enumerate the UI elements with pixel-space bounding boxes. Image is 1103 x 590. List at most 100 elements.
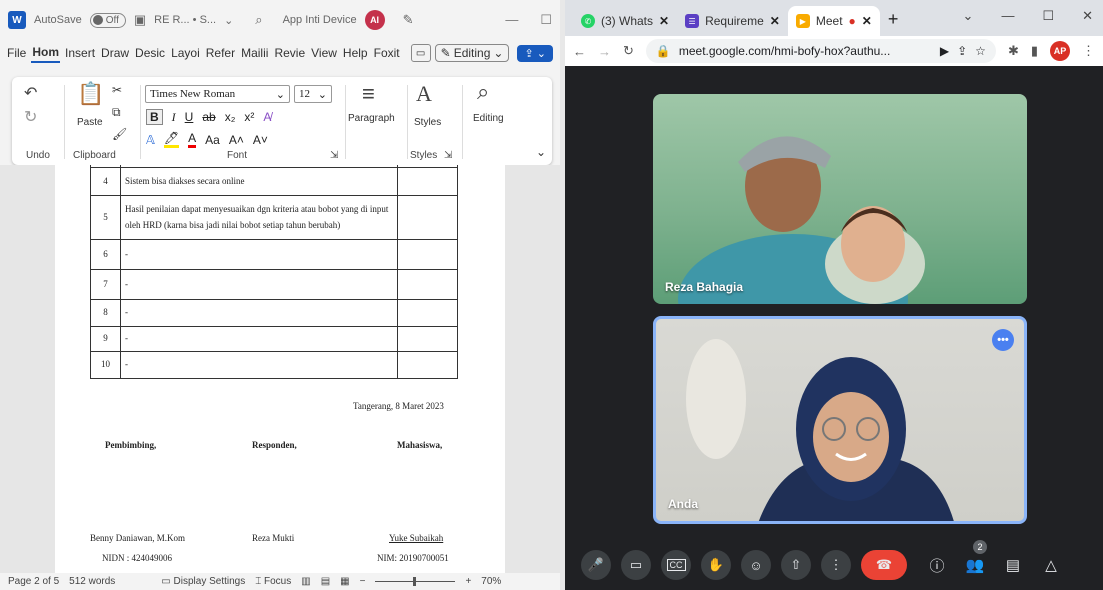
browser-tab-meet[interactable]: ▶ Meet ● ✕: [787, 6, 880, 36]
reload-icon[interactable]: ↻: [623, 43, 634, 59]
participant-tile[interactable]: Reza Bahagia: [653, 94, 1027, 304]
back-icon[interactable]: ←: [573, 44, 586, 59]
new-tab-icon[interactable]: +: [880, 9, 907, 36]
subscript-button[interactable]: x₂: [225, 110, 236, 124]
editing-mode-button[interactable]: ✎ Editing ⌄: [434, 44, 510, 62]
menu-dots-icon[interactable]: ⋮: [1082, 43, 1095, 59]
font-color-icon[interactable]: A: [188, 131, 197, 148]
captions-button[interactable]: CC: [661, 550, 691, 580]
raise-hand-button[interactable]: ✋: [701, 550, 731, 580]
more-options-button[interactable]: •••: [992, 329, 1014, 351]
tab-view[interactable]: View: [310, 44, 338, 62]
document-page[interactable]: 4 Sistem bisa diakses secara online 5 Hasi…: [55, 165, 505, 573]
tab-home[interactable]: Hom: [31, 43, 61, 63]
strikethrough-button[interactable]: ab: [202, 110, 215, 124]
styles-dialog-icon[interactable]: ⇲: [444, 150, 452, 161]
close-window-icon[interactable]: ✕: [1082, 8, 1093, 24]
ribbon-collapse-icon[interactable]: ⌄: [536, 145, 546, 159]
editing-button[interactable]: Editing: [473, 113, 504, 124]
cut-icon[interactable]: ✂: [112, 83, 122, 97]
end-call-button[interactable]: ☎: [861, 550, 907, 580]
omnibox[interactable]: 🔒 meet.google.com/hmi-bofy-hox?authu... …: [645, 39, 996, 63]
microphone-button[interactable]: 🎤: [581, 550, 611, 580]
zoom-out-icon[interactable]: −: [360, 576, 366, 587]
side-panel-icon[interactable]: ▮: [1031, 43, 1038, 59]
comment-icon[interactable]: ▭: [410, 44, 431, 62]
clear-format-icon[interactable]: A̸: [263, 110, 271, 124]
zoom-in-icon[interactable]: +: [465, 576, 471, 587]
web-layout-icon[interactable]: ▦: [340, 576, 349, 587]
search-hint[interactable]: App Inti Device: [283, 14, 357, 26]
paragraph-button[interactable]: Paragraph: [348, 113, 395, 124]
search-icon[interactable]: ⌕: [255, 12, 262, 28]
extensions-icon[interactable]: ✱: [1008, 43, 1019, 59]
redo-icon[interactable]: ↻: [24, 107, 37, 127]
url-text[interactable]: meet.google.com/hmi-bofy-hox?authu...: [679, 44, 890, 58]
more-options-meet-button[interactable]: ⋮: [821, 550, 851, 580]
display-settings-button[interactable]: ▭ Display Settings: [161, 576, 245, 587]
maximize-icon[interactable]: ☐: [1042, 8, 1054, 24]
browser-tab-whatsapp[interactable]: ✆ (3) Whats ✕: [573, 6, 677, 36]
find-icon[interactable]: ⌕: [477, 79, 489, 105]
format-painter-icon[interactable]: 🖌: [112, 127, 127, 141]
tab-file[interactable]: File: [6, 44, 27, 62]
shrink-font-button[interactable]: A˅: [253, 133, 268, 147]
autosave-toggle[interactable]: Off: [89, 12, 126, 28]
tab-layout[interactable]: Layoi: [170, 44, 201, 62]
activities-button[interactable]: △: [1037, 550, 1065, 580]
undo-icon[interactable]: ↶: [24, 83, 37, 103]
minimize-icon[interactable]: —: [505, 12, 518, 28]
close-icon[interactable]: ✕: [862, 14, 872, 28]
share-button[interactable]: ⇪ ⌄: [517, 44, 553, 62]
close-icon[interactable]: ✕: [770, 14, 780, 28]
save-icon[interactable]: ▣: [134, 12, 146, 28]
highlight-icon[interactable]: 🖊: [163, 131, 180, 148]
styles-button[interactable]: Styles: [414, 117, 441, 128]
profile-avatar[interactable]: AP: [1050, 41, 1070, 61]
user-avatar[interactable]: AI: [364, 10, 385, 30]
people-button[interactable]: 👥 2: [961, 540, 989, 580]
underline-button[interactable]: U: [185, 110, 194, 124]
word-count[interactable]: 512 words: [69, 576, 115, 587]
minimize-icon[interactable]: —: [1001, 8, 1014, 24]
tab-help[interactable]: Help: [342, 44, 369, 62]
zoom-slider[interactable]: [375, 577, 456, 586]
zoom-level[interactable]: 70%: [481, 576, 501, 587]
focus-button[interactable]: ⌶ Focus: [255, 576, 291, 587]
browser-tab-requirements[interactable]: ☰ Requireme ✕: [677, 6, 788, 36]
pen-icon[interactable]: ✎: [403, 12, 414, 28]
bookmark-star-icon[interactable]: ☆: [975, 44, 986, 58]
document-title[interactable]: RE R... • S...: [154, 14, 216, 26]
present-button[interactable]: ⇧: [781, 550, 811, 580]
italic-button[interactable]: I: [172, 110, 176, 125]
forward-icon[interactable]: →: [598, 44, 611, 59]
document-area[interactable]: 4 Sistem bisa diakses secara online 5 Hasi…: [0, 165, 560, 573]
camera-button[interactable]: ▭: [621, 550, 651, 580]
paste-icon[interactable]: 📋: [77, 81, 104, 107]
styles-icon[interactable]: A: [416, 81, 432, 107]
tab-design[interactable]: Desic: [134, 44, 166, 62]
title-chevron-icon[interactable]: ⌄: [224, 14, 233, 27]
lock-icon[interactable]: 🔒: [656, 44, 671, 58]
read-mode-icon[interactable]: ▥: [301, 576, 310, 587]
meeting-info-button[interactable]: ⓘ: [923, 550, 951, 580]
font-dialog-icon[interactable]: ⇲: [330, 150, 338, 161]
reactions-button[interactable]: ☺: [741, 550, 771, 580]
bold-button[interactable]: B: [146, 109, 163, 125]
text-effects-icon[interactable]: 𝔸: [146, 133, 155, 147]
copy-icon[interactable]: ⧉: [112, 105, 121, 120]
camera-icon[interactable]: ▶: [940, 44, 949, 58]
tab-review[interactable]: Revie: [273, 44, 306, 62]
maximize-icon[interactable]: ☐: [540, 12, 552, 28]
tab-mailings[interactable]: Mailii: [240, 44, 269, 62]
participant-tile-self[interactable]: ••• Anda: [653, 316, 1027, 524]
tab-draw[interactable]: Draw: [100, 44, 130, 62]
grow-font-button[interactable]: A˄: [229, 133, 244, 147]
print-layout-icon[interactable]: ▤: [321, 576, 330, 587]
change-case-button[interactable]: Aa: [205, 133, 220, 147]
paragraph-icon[interactable]: ≡: [362, 81, 375, 107]
tab-search-icon[interactable]: ⌄: [963, 8, 974, 24]
page-count[interactable]: Page 2 of 5: [8, 576, 59, 587]
tab-references[interactable]: Refer: [205, 44, 236, 62]
superscript-button[interactable]: x²: [244, 110, 254, 124]
